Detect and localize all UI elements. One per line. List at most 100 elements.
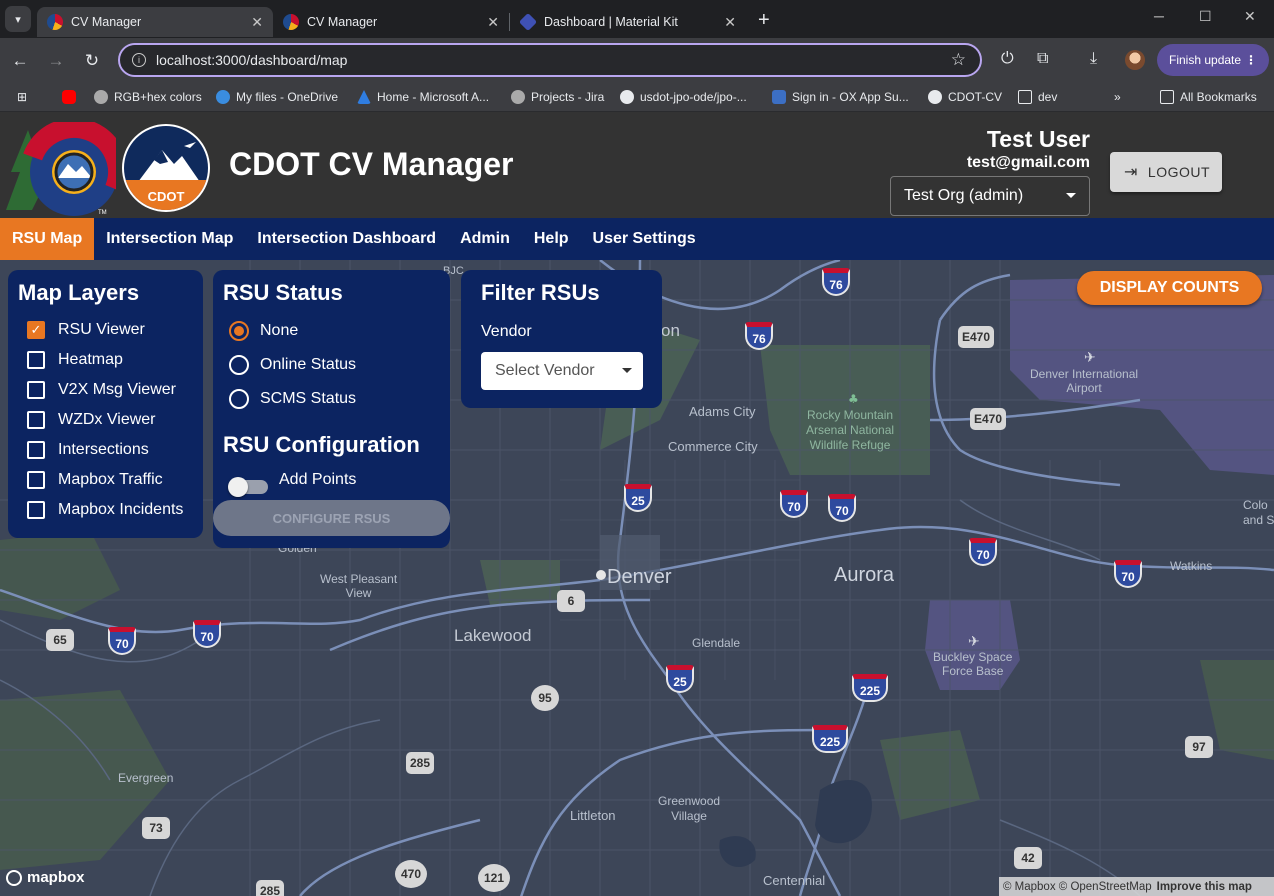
route-marker: 470 — [395, 860, 427, 888]
radio-selected-icon[interactable] — [229, 321, 249, 341]
more-bookmarks-icon[interactable]: » — [1114, 90, 1121, 104]
bookmark-item[interactable]: usdot-jpo-ode/jpo-... — [620, 90, 747, 104]
nav-admin[interactable]: Admin — [448, 218, 522, 260]
close-tab-icon[interactable]: ✕ — [251, 14, 263, 31]
checkbox-icon[interactable] — [27, 381, 45, 399]
organization-select[interactable]: Test Org (admin) — [890, 176, 1090, 216]
svg-text:♣: ♣ — [848, 392, 859, 406]
vendor-select[interactable]: Select Vendor — [481, 352, 643, 390]
checkbox-checked-icon[interactable]: ✓ — [27, 321, 45, 339]
interstate-shield: 70 — [780, 490, 808, 518]
main-nav: RSU Map Intersection Map Intersection Da… — [0, 218, 1274, 260]
layer-wzdx-viewer[interactable]: WZDx Viewer — [27, 411, 156, 429]
checkbox-icon[interactable] — [27, 501, 45, 519]
checkbox-icon[interactable] — [27, 471, 45, 489]
layer-mapbox-incidents[interactable]: Mapbox Incidents — [27, 501, 183, 519]
layer-mapbox-traffic[interactable]: Mapbox Traffic — [27, 471, 163, 489]
all-bookmarks-folder[interactable]: All Bookmarks — [1160, 90, 1257, 104]
add-points-toggle[interactable] — [228, 477, 268, 497]
status-option-label: SCMS Status — [260, 390, 357, 407]
radio-icon[interactable] — [229, 355, 249, 375]
new-tab-icon[interactable]: + — [758, 9, 770, 32]
configure-rsus-button[interactable]: CONFIGURE RSUS — [213, 500, 450, 536]
extension-power-icon[interactable]: ⏻ — [1001, 50, 1014, 68]
bookmark-star-icon[interactable]: ☆ — [951, 50, 966, 70]
tab-title: Dashboard | Material Kit — [544, 15, 678, 29]
dropdown-caret-icon — [1066, 193, 1076, 198]
nav-rsu-map[interactable]: RSU Map — [0, 218, 95, 260]
bookmark-item[interactable]: My files - OneDrive — [216, 90, 338, 104]
checkbox-icon[interactable] — [27, 351, 45, 369]
close-tab-icon[interactable]: ✕ — [724, 14, 736, 31]
layer-heatmap[interactable]: Heatmap — [27, 351, 123, 369]
bookmark-item[interactable]: Home - Microsoft A... — [357, 90, 489, 104]
close-tab-icon[interactable]: ✕ — [487, 14, 499, 31]
dropdown-caret-icon — [622, 368, 632, 373]
status-option-online[interactable]: Online Status — [229, 355, 356, 375]
checkbox-icon[interactable] — [27, 411, 45, 429]
browser-tab[interactable]: CV Manager ✕ — [37, 7, 273, 37]
extensions-puzzle-icon[interactable]: ⧉ — [1037, 50, 1048, 68]
map-label-evergreen: Evergreen — [118, 771, 174, 785]
profile-avatar[interactable] — [1125, 50, 1145, 70]
app-header: TM CDOT CDOT CV Manager Test User test@g… — [0, 112, 1274, 218]
interstate-shield: 76 — [822, 268, 850, 296]
add-points-label: Add Points — [279, 471, 357, 488]
layer-label: Mapbox Traffic — [58, 471, 163, 488]
forward-icon[interactable]: → — [38, 51, 74, 71]
bookmark-folder[interactable]: dev — [1018, 90, 1057, 104]
nav-user-settings[interactable]: User Settings — [581, 218, 708, 260]
window-close-icon[interactable]: ✕ — [1244, 8, 1256, 25]
route-marker: 65 — [46, 629, 74, 651]
bookmark-label: Projects - Jira — [531, 90, 605, 104]
nav-help[interactable]: Help — [522, 218, 581, 260]
logout-button[interactable]: ⇥ LOGOUT — [1110, 152, 1222, 192]
reload-icon[interactable]: ↻ — [74, 51, 110, 71]
layer-label: V2X Msg Viewer — [58, 381, 176, 398]
route-marker: 42 — [1014, 847, 1042, 869]
improve-map-link[interactable]: Improve this map — [1157, 881, 1252, 893]
more-menu-icon[interactable]: ⋮ — [1245, 53, 1257, 67]
layer-label: Intersections — [58, 441, 149, 458]
download-icon[interactable]: ⤓ — [1090, 50, 1097, 68]
bookmark-item[interactable]: Sign in - OX App Su... — [772, 90, 909, 104]
back-icon[interactable]: ← — [2, 51, 38, 71]
onedrive-icon — [216, 90, 230, 104]
site-info-icon[interactable]: i — [132, 53, 146, 67]
route-marker: 95 — [531, 685, 559, 711]
apps-grid-icon[interactable]: ⊞ — [17, 90, 27, 104]
nav-intersection-dashboard[interactable]: Intersection Dashboard — [245, 218, 448, 260]
tab-search-icon[interactable]: ▾ — [5, 6, 31, 32]
layer-rsu-viewer[interactable]: ✓ RSU Viewer — [27, 321, 145, 339]
finish-update-button[interactable]: Finish update ⋮ — [1157, 44, 1269, 76]
bookmark-item[interactable]: RGB+hex colors — [94, 90, 202, 104]
layer-v2x-msg-viewer[interactable]: V2X Msg Viewer — [27, 381, 176, 399]
address-bar[interactable]: i localhost:3000/dashboard/map ☆ — [118, 43, 982, 77]
route-marker: 6 — [557, 590, 585, 612]
svg-text:TM: TM — [98, 210, 107, 216]
maximize-icon[interactable]: ☐ — [1199, 8, 1212, 25]
nav-intersection-map[interactable]: Intersection Map — [94, 218, 245, 260]
map-label-partial: on — [661, 321, 680, 340]
minimize-icon[interactable]: ─ — [1154, 8, 1164, 24]
status-option-none[interactable]: None — [229, 321, 298, 341]
checkbox-icon[interactable] — [27, 441, 45, 459]
browser-tab[interactable]: Dashboard | Material Kit ✕ — [510, 7, 746, 37]
layer-intersections[interactable]: Intersections — [27, 441, 149, 459]
status-option-scms[interactable]: SCMS Status — [229, 389, 356, 409]
tab-title: CV Manager — [71, 15, 142, 29]
attribution-text[interactable]: © Mapbox © OpenStreetMap — [1003, 881, 1152, 893]
mapbox-logo[interactable]: mapbox — [6, 869, 85, 886]
display-counts-button[interactable]: DISPLAY COUNTS — [1077, 271, 1262, 305]
map-label-watkins: Watkins — [1170, 559, 1213, 573]
folder-icon — [1160, 90, 1174, 104]
bookmark-item[interactable]: CDOT-CV — [928, 90, 1002, 104]
rsu-status-panel: RSU Status None Online Status SCMS Statu… — [213, 270, 450, 548]
radio-icon[interactable] — [229, 389, 249, 409]
logout-label: LOGOUT — [1147, 164, 1211, 180]
youtube-bookmark[interactable] — [62, 90, 82, 104]
bookmark-item[interactable]: Projects - Jira — [511, 90, 604, 104]
browser-tab[interactable]: CV Manager ✕ — [273, 7, 509, 37]
route-marker: 121 — [478, 864, 510, 892]
rsu-map[interactable]: ✈ ✈ ♣ Denver Aurora Lakewood Adams City … — [0, 260, 1274, 896]
